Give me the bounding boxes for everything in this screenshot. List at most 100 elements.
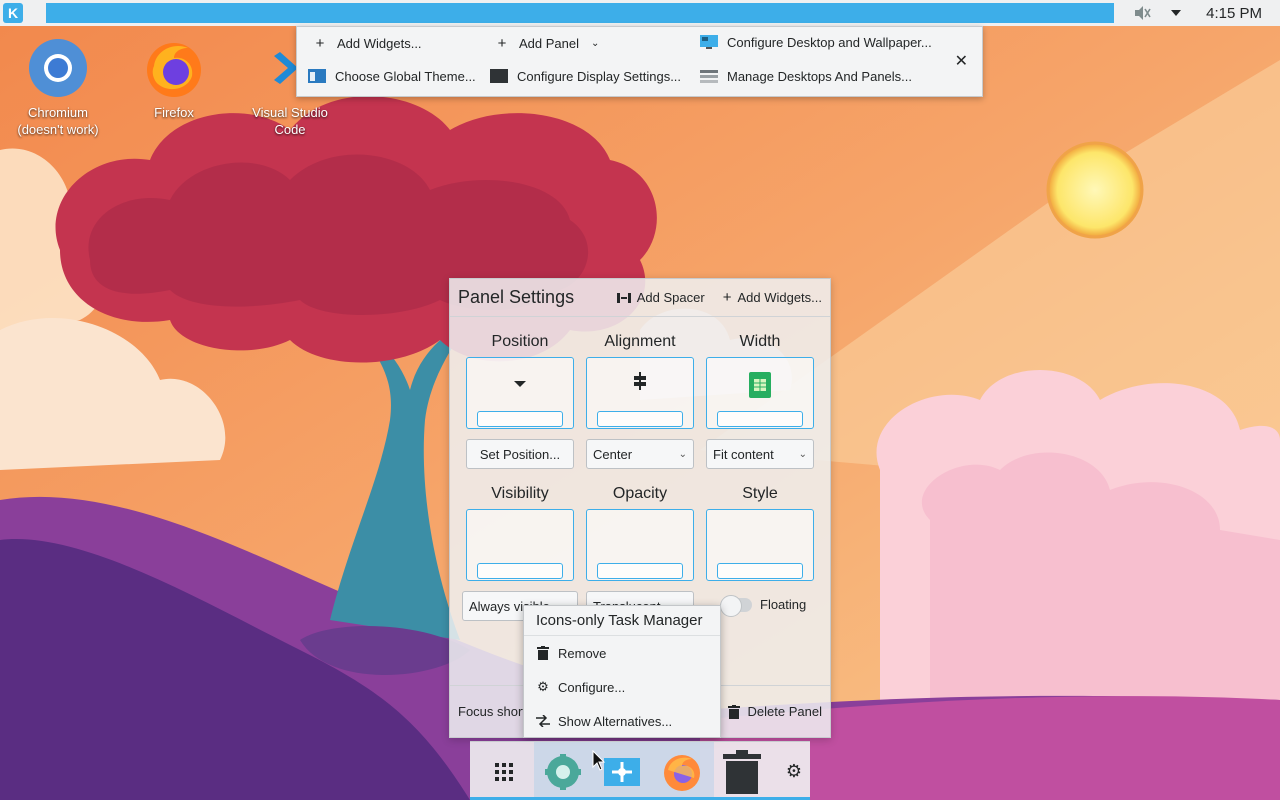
toolbox-choose-theme-button[interactable]: Choose Global Theme... — [307, 68, 476, 84]
trash-icon — [727, 704, 740, 719]
alignment-select[interactable]: Center ⌄ — [586, 439, 694, 469]
plus-icon: + — [315, 34, 325, 52]
width-heading: Width — [739, 333, 781, 350]
toolbox-add-widgets-label: Add Widgets... — [337, 35, 422, 51]
desktop-wallpaper-icon — [700, 35, 718, 49]
bottom-panel: ⚙ — [470, 741, 810, 800]
style-section: Style — [706, 485, 814, 581]
trash-widget[interactable] — [720, 742, 764, 800]
alignment-section: Alignment — [586, 333, 694, 429]
volume-muted-icon[interactable] — [1132, 3, 1152, 23]
firefox-icon — [147, 43, 201, 97]
width-section: Width — [706, 333, 814, 429]
position-heading: Position — [491, 333, 549, 350]
set-position-label: Set Position... — [479, 446, 561, 462]
toolbox-configure-display-label: Configure Display Settings... — [517, 68, 682, 84]
delete-panel-button[interactable]: Delete Panel — [727, 704, 822, 719]
panel-configure-button[interactable]: ⚙ — [778, 742, 810, 800]
fit-content-icon — [707, 372, 813, 403]
toolbox-add-panel-label: Add Panel — [519, 35, 579, 51]
toolbox-choose-theme-label: Choose Global Theme... — [335, 68, 476, 84]
display-icon — [490, 69, 508, 83]
task-window-manager[interactable] — [600, 742, 644, 800]
digital-clock[interactable]: 4:15 PM — [1206, 5, 1262, 22]
toolbox-manage-desktops-label: Manage Desktops And Panels... — [727, 68, 913, 84]
trash-can-icon — [723, 749, 761, 794]
visibility-section: Visibility — [466, 485, 574, 581]
desktop-icon-label: Firefox — [154, 105, 194, 120]
add-spacer-button[interactable]: Add Spacer — [616, 290, 705, 305]
chromium-icon — [29, 39, 87, 97]
set-position-button[interactable]: Set Position... — [466, 439, 574, 469]
opacity-section: Opacity — [586, 485, 694, 581]
visibility-preview[interactable] — [466, 509, 574, 581]
alternatives-icon — [536, 715, 550, 727]
global-theme-icon — [308, 69, 326, 83]
toolbox-add-widgets-button[interactable]: + Add Widgets... — [311, 34, 422, 52]
align-center-icon — [587, 372, 693, 395]
desktop-icon-label: Visual Studio Code — [252, 105, 328, 137]
panel-settings-title: Panel Settings — [458, 287, 575, 307]
floating-label: Floating — [760, 597, 807, 612]
kde-logo-icon: K — [3, 3, 23, 23]
system-tray: 4:15 PM — [1132, 0, 1280, 26]
chevron-down-icon: ⌄ — [798, 448, 807, 460]
toolbox-manage-desktops-button[interactable]: Manage Desktops And Panels... — [699, 68, 912, 84]
app-grid-icon — [495, 762, 513, 781]
plus-icon: + — [497, 34, 507, 52]
toolbox-configure-display-button[interactable]: Configure Display Settings... — [489, 68, 681, 84]
trash-icon — [536, 646, 550, 660]
add-spacer-label: Add Spacer — [636, 290, 705, 305]
system-settings-icon — [545, 753, 581, 790]
application-launcher-button[interactable]: K — [0, 0, 26, 26]
panel-settings-header: Panel Settings Add Spacer + Add Widgets.… — [450, 279, 830, 317]
alignment-heading: Alignment — [604, 333, 676, 350]
chevron-down-icon: ⌄ — [678, 448, 687, 460]
menu-item-remove[interactable]: Remove — [524, 636, 720, 670]
style-preview[interactable] — [706, 509, 814, 581]
app-launcher-button[interactable] — [484, 742, 524, 800]
mouse-cursor-icon — [592, 750, 606, 771]
firefox-icon — [664, 754, 700, 791]
gear-icon: ⚙ — [537, 679, 549, 694]
toolbox-add-panel-button[interactable]: + Add Panel ⌄ — [493, 34, 600, 52]
plus-icon: + — [722, 289, 732, 306]
alignment-preview[interactable] — [586, 357, 694, 429]
toolbox-configure-desktop-button[interactable]: Configure Desktop and Wallpaper... — [699, 34, 932, 50]
floating-switch[interactable] — [720, 594, 752, 617]
menu-item-configure-label: Configure... — [558, 679, 626, 695]
panel-add-widgets-button[interactable]: + Add Widgets... — [723, 289, 822, 306]
menu-item-configure[interactable]: ⚙ Configure... — [524, 670, 720, 704]
style-heading: Style — [742, 485, 778, 502]
close-icon[interactable]: ✕ — [955, 51, 968, 71]
menu-item-remove-label: Remove — [558, 645, 607, 661]
tray-expand-arrow-icon[interactable] — [1166, 3, 1186, 23]
top-panel: K 4:15 PM — [0, 0, 1280, 26]
width-select[interactable]: Fit content ⌄ — [706, 439, 814, 469]
top-panel-highlight-bar — [46, 3, 1114, 23]
move-window-icon — [604, 757, 640, 786]
opacity-heading: Opacity — [612, 485, 668, 502]
task-manager-context-menu: Icons-only Task Manager Remove ⚙ Configu… — [523, 605, 721, 738]
chevron-down-icon: ⌄ — [591, 37, 600, 49]
delete-panel-label: Delete Panel — [747, 704, 822, 719]
visibility-heading: Visibility — [491, 485, 549, 502]
desktop-icon-chromium[interactable]: Chromium (doesn't work) — [8, 38, 108, 138]
task-firefox[interactable] — [660, 742, 704, 800]
toolbox-configure-desktop-label: Configure Desktop and Wallpaper... — [727, 34, 932, 50]
desktop-icon-firefox[interactable]: Firefox — [124, 38, 224, 121]
position-section: Position — [466, 333, 574, 429]
alignment-value: Center — [593, 446, 633, 462]
opacity-preview[interactable] — [586, 509, 694, 581]
caret-down-icon — [467, 372, 573, 393]
task-system-settings[interactable] — [540, 742, 586, 800]
desktop-edit-toolbox: + Add Widgets... + Add Panel ⌄ Configure… — [296, 26, 983, 97]
position-preview[interactable] — [466, 357, 574, 429]
menu-item-show-alternatives[interactable]: Show Alternatives... — [524, 704, 720, 738]
context-menu-title: Icons-only Task Manager — [524, 606, 720, 636]
width-value: Fit content — [713, 446, 774, 462]
spacer-icon — [616, 292, 631, 303]
floating-toggle[interactable]: Floating — [720, 594, 807, 617]
desktop-icon-label: Chromium (doesn't work) — [17, 105, 99, 137]
width-preview[interactable] — [706, 357, 814, 429]
